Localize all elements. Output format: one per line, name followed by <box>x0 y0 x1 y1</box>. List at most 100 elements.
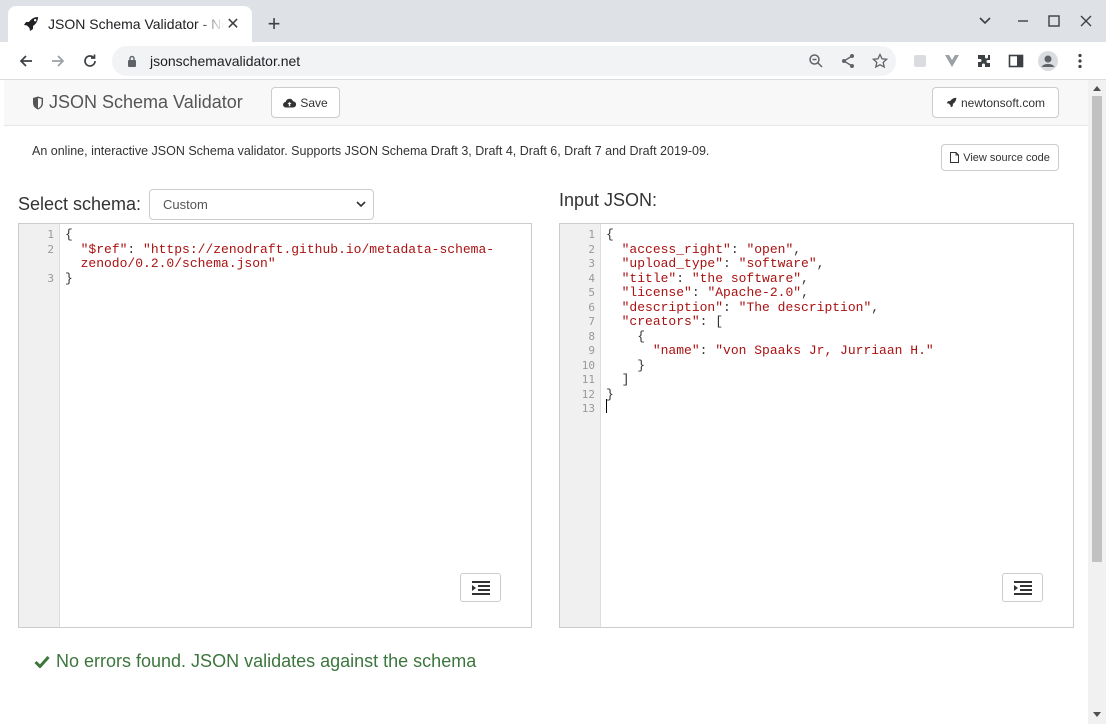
json-key-token: "creators" <box>621 314 700 329</box>
json-punct-token: : <box>691 285 708 300</box>
scrollbar-thumb[interactable] <box>1092 96 1102 562</box>
site-navbar: JSON Schema Validator Save newtonsoft.co… <box>4 80 1088 126</box>
side-panel-icon[interactable] <box>1004 49 1028 73</box>
extensions-puzzle-icon[interactable] <box>972 49 996 73</box>
json-punct-token <box>606 271 622 286</box>
validation-result: No errors found. JSON validates against … <box>34 651 476 672</box>
cloud-upload-icon <box>283 98 297 108</box>
json-punct-token: } <box>606 357 646 373</box>
validation-message: No errors found. JSON validates against … <box>56 651 477 671</box>
json-punct-token: } <box>65 270 73 286</box>
view-source-label: View source code <box>963 151 1050 164</box>
json-string-token: "von Spaaks Jr, Jurriaan H." <box>715 343 934 358</box>
json-punct-token: } <box>606 386 614 402</box>
schema-editor-gutter: 12 3 <box>19 224 60 627</box>
tab-title: JSON Schema Validator - Newtonsoft <box>48 16 224 32</box>
scroll-down-icon[interactable] <box>1092 710 1102 720</box>
rocket-icon <box>22 15 40 33</box>
close-tab-icon[interactable]: ✕ <box>224 15 242 33</box>
json-punct-token: , <box>801 285 809 300</box>
chevron-down-icon <box>356 201 366 208</box>
code-line: "name": "von Spaaks Jr, Jurriaan H." <box>606 343 934 359</box>
line-number: 4 <box>588 271 595 285</box>
extension-icon[interactable] <box>908 49 932 73</box>
browser-toolbar: jsonschemavalidator.net <box>0 42 1106 80</box>
json-punct-token <box>606 285 622 300</box>
reload-icon[interactable] <box>78 49 102 73</box>
json-string-token: "the software" <box>691 270 802 286</box>
json-punct-token <box>606 300 622 315</box>
schema-select[interactable]: Custom <box>149 189 374 220</box>
json-punct-token <box>606 242 622 257</box>
brand-text: JSON Schema Validator <box>49 92 243 112</box>
checkmark-icon <box>34 655 50 668</box>
json-punct-token <box>65 242 81 257</box>
page-scrollbar[interactable] <box>1088 80 1106 724</box>
code-line: "$ref": "https://zenodraft.github.io/met… <box>65 241 495 258</box>
code-line: { <box>65 227 73 243</box>
code-line: "upload_type": "software", <box>606 256 825 272</box>
scroll-up-icon[interactable] <box>1092 83 1102 93</box>
code-line: "description": "The description", <box>606 299 880 316</box>
json-punct-token: : <box>127 241 144 257</box>
browser-menu-icon[interactable] <box>1068 49 1092 73</box>
back-icon[interactable] <box>14 49 38 73</box>
schema-format-button[interactable] <box>460 573 501 602</box>
bookmark-star-icon[interactable] <box>864 49 896 73</box>
json-string-token: "open" <box>746 241 794 257</box>
line-number: 3 <box>47 271 54 285</box>
json-string-token: "The description" <box>738 299 872 315</box>
line-number: 12 <box>581 387 595 401</box>
zoom-icon[interactable] <box>800 49 832 73</box>
code-line: zenodo/0.2.0/schema.json" <box>65 256 276 272</box>
forward-icon[interactable] <box>46 49 70 73</box>
site-brand[interactable]: JSON Schema Validator <box>32 92 243 113</box>
shield-icon <box>33 96 43 109</box>
line-number: 1 <box>47 228 54 241</box>
line-number: 10 <box>581 358 595 372</box>
line-number: 3 <box>588 257 595 270</box>
lock-icon[interactable] <box>124 53 140 69</box>
json-key-token: "title" <box>621 270 677 286</box>
code-line: } <box>606 386 614 403</box>
schema-select-value: Custom <box>163 197 208 212</box>
json-punct-token: : <box>723 256 739 271</box>
browser-tabstrip: JSON Schema Validator - Newtonsoft ✕ + <box>0 0 1106 42</box>
tab-search-icon[interactable] <box>974 10 996 32</box>
json-key-token: "$ref" <box>80 241 128 257</box>
profile-avatar-icon[interactable] <box>1036 49 1060 73</box>
json-string-token: "https://zenodraft.github.io/metadata-sc… <box>143 241 495 257</box>
close-window-icon[interactable] <box>1075 10 1097 32</box>
code-line: } <box>606 357 646 374</box>
address-bar[interactable]: jsonschemavalidator.net <box>112 46 896 76</box>
new-tab-button[interactable]: + <box>262 11 286 36</box>
line-number: 1 <box>588 228 595 241</box>
json-punct-token: , <box>816 256 825 271</box>
newtonsoft-link-button[interactable]: newtonsoft.com <box>932 87 1059 118</box>
share-icon[interactable] <box>832 49 864 73</box>
maximize-icon[interactable] <box>1043 10 1065 32</box>
view-source-button[interactable]: View source code <box>941 144 1059 171</box>
browser-tab[interactable]: JSON Schema Validator - Newtonsoft ✕ <box>8 6 252 42</box>
json-punct-token <box>606 343 653 358</box>
indent-icon <box>471 580 490 595</box>
line-number: 6 <box>588 300 595 314</box>
json-punct-token: , <box>871 299 880 315</box>
line-number: 8 <box>588 329 595 343</box>
json-string-token: zenodo/0.2.0/schema.json" <box>65 256 276 271</box>
line-number: 5 <box>588 286 595 299</box>
input-json-editor[interactable]: 1 2 3 4 5 6 7 8 9 10 11 12 13 { "access_right": "ope… <box>559 223 1074 628</box>
save-button[interactable]: Save <box>271 87 340 118</box>
input-json-label: Input JSON: <box>559 190 658 210</box>
newtonsoft-label: newtonsoft.com <box>960 95 1046 110</box>
json-key-token: "license" <box>621 285 692 300</box>
json-string-token: "Apache-2.0" <box>707 285 802 300</box>
save-label: Save <box>300 95 328 110</box>
json-punct-token: : <box>730 241 747 257</box>
json-string-token: "software" <box>738 256 817 271</box>
vue-devtools-icon[interactable] <box>940 49 964 73</box>
schema-editor[interactable]: 12 3 { "$ref": "https://zenodraft.github.… <box>18 223 532 628</box>
minimize-icon[interactable] <box>1012 10 1034 32</box>
input-format-button[interactable] <box>1002 573 1043 602</box>
json-punct-token: { <box>606 227 614 242</box>
